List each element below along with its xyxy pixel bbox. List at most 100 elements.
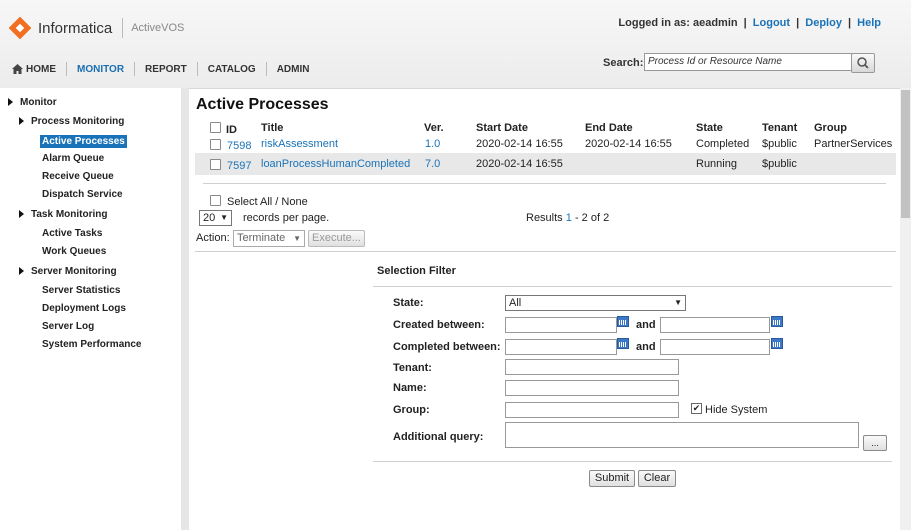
process-id-link[interactable]: 7597 — [227, 160, 251, 172]
logged-in-label: Logged in as: aeadmin — [618, 17, 738, 29]
nav-report[interactable]: REPORT — [135, 64, 197, 75]
page-size-select[interactable]: 20 ▼ — [199, 210, 232, 226]
search-button[interactable] — [851, 53, 875, 73]
selection-filter-heading: Selection Filter — [377, 265, 456, 277]
hide-system-label[interactable]: Hide System — [705, 404, 767, 416]
sidebar-item-server-statistics[interactable]: Server Statistics — [42, 285, 120, 296]
sidebar-item-active-tasks[interactable]: Active Tasks — [42, 228, 102, 239]
nav-admin[interactable]: ADMIN — [267, 64, 320, 75]
row-checkbox[interactable] — [210, 159, 221, 170]
column-state[interactable]: State — [696, 122, 723, 134]
nav-catalog[interactable]: CATALOG — [198, 64, 266, 75]
dropdown-arrow-icon: ▼ — [674, 298, 682, 307]
process-version-link[interactable]: 1.0 — [425, 138, 440, 150]
divider — [373, 461, 892, 462]
page-title: Active Processes — [196, 96, 329, 113]
logout-link[interactable]: Logout — [753, 17, 790, 29]
completed-from-input[interactable] — [505, 339, 617, 355]
sidebar-item-active-processes[interactable]: Active Processes — [40, 135, 127, 148]
sidebar-item-work-queues[interactable]: Work Queues — [42, 246, 106, 257]
additional-query-browse-button[interactable]: ... — [863, 435, 887, 451]
tenant-input[interactable] — [505, 359, 679, 375]
nav-home-label: HOME — [26, 63, 56, 75]
calendar-icon[interactable] — [617, 316, 629, 327]
brand-divider — [122, 18, 124, 38]
additional-query-textarea[interactable] — [505, 422, 859, 448]
sidebar-item-deployment-logs[interactable]: Deployment Logs — [42, 303, 126, 314]
column-title[interactable]: Title — [261, 122, 283, 134]
calendar-icon[interactable] — [617, 338, 629, 349]
process-id-link[interactable]: 7598 — [227, 140, 251, 152]
calendar-icon[interactable] — [771, 316, 783, 327]
column-tenant[interactable]: Tenant — [762, 122, 797, 134]
sidebar-item-monitor[interactable]: Monitor — [8, 97, 57, 108]
and-label: and — [636, 319, 656, 331]
completed-to-input[interactable] — [660, 339, 770, 355]
start-date-cell: 2020-02-14 16:55 — [476, 158, 563, 170]
submit-button[interactable]: Submit — [589, 470, 635, 487]
created-between-label: Created between: — [393, 319, 485, 331]
created-to-input[interactable] — [660, 317, 770, 333]
column-ver[interactable]: Ver. — [424, 122, 444, 134]
execute-button[interactable]: Execute... — [308, 230, 365, 247]
calendar-icon[interactable] — [771, 338, 783, 349]
search-input[interactable]: Process Id or Resource Name — [644, 53, 855, 71]
expand-arrow-icon — [19, 210, 24, 218]
column-id[interactable]: ID — [226, 124, 237, 136]
sidebar-item-system-performance[interactable]: System Performance — [42, 339, 142, 350]
tenant-cell: $public — [762, 158, 797, 170]
column-end-date[interactable]: End Date — [585, 122, 633, 134]
sidebar-item-process-monitoring[interactable]: Process Monitoring — [19, 116, 124, 127]
state-select[interactable]: All ▼ — [505, 295, 686, 311]
created-from-input[interactable] — [505, 317, 617, 333]
hide-system-checkbox[interactable]: ✔ — [691, 403, 702, 414]
column-start-date[interactable]: Start Date — [476, 122, 528, 134]
sidebar-item-dispatch-service[interactable]: Dispatch Service — [42, 189, 123, 200]
results-from: 1 — [565, 212, 572, 224]
name-label: Name: — [393, 382, 427, 394]
and-label: and — [636, 341, 656, 353]
help-link[interactable]: Help — [857, 17, 881, 29]
main-content: Active Processes ID Title Ver. Start Dat… — [189, 88, 900, 530]
name-input[interactable] — [505, 380, 679, 396]
sidebar-item-receive-queue[interactable]: Receive Queue — [42, 171, 114, 182]
results-summary: Results 1 - 2 of 2 — [526, 212, 610, 224]
header-checkbox[interactable] — [210, 122, 221, 133]
records-per-page-label: records per page. — [243, 212, 330, 224]
completed-between-label: Completed between: — [393, 341, 501, 353]
top-bar: Informatica ActiveVOS Logged in as: aead… — [0, 0, 911, 89]
additional-query-label: Additional query: — [393, 431, 484, 443]
nav-monitor[interactable]: MONITOR — [67, 64, 134, 75]
action-select[interactable]: Terminate ▼ — [233, 230, 305, 247]
expand-arrow-icon — [19, 117, 24, 125]
scrollbar-thumb[interactable] — [901, 90, 910, 218]
process-title-link[interactable]: riskAssessment — [261, 138, 338, 150]
sidebar-item-task-monitoring[interactable]: Task Monitoring — [19, 209, 107, 220]
start-date-cell: 2020-02-14 16:55 — [476, 138, 563, 150]
nav-home[interactable]: HOME — [10, 64, 66, 75]
select-all-label[interactable]: Select All / None — [227, 196, 308, 208]
select-all-checkbox[interactable] — [210, 195, 221, 206]
sidebar-item-server-monitoring[interactable]: Server Monitoring — [19, 266, 117, 277]
state-cell: Running — [696, 158, 737, 170]
group-cell: PartnerServices — [814, 138, 893, 150]
state-cell: Completed — [696, 138, 750, 150]
vertical-scrollbar[interactable] — [900, 88, 911, 530]
divider — [195, 251, 896, 252]
clear-button[interactable]: Clear — [638, 470, 676, 487]
end-date-cell: 2020-02-14 16:55 — [585, 138, 672, 150]
deploy-link[interactable]: Deploy — [805, 17, 842, 29]
sidebar-item-alarm-queue[interactable]: Alarm Queue — [42, 153, 104, 164]
state-label: State: — [393, 297, 424, 309]
user-bar: Logged in as: aeadmin | Logout | Deploy … — [618, 17, 881, 29]
process-title-link[interactable]: loanProcessHumanCompleted — [261, 158, 410, 170]
group-label: Group: — [393, 404, 430, 416]
row-checkbox[interactable] — [210, 139, 221, 150]
group-input[interactable] — [505, 402, 679, 418]
column-group[interactable]: Group — [814, 122, 847, 134]
brand-name: Informatica — [38, 19, 113, 37]
action-label: Action: — [196, 232, 230, 244]
home-icon — [12, 64, 23, 74]
sidebar-item-server-log[interactable]: Server Log — [42, 321, 94, 332]
process-version-link[interactable]: 7.0 — [425, 158, 440, 170]
